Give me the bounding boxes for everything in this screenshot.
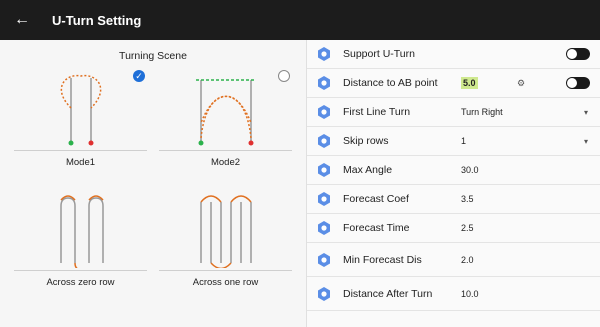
setting-label: Distance to AB point bbox=[343, 77, 438, 89]
support-uturn-toggle[interactable] bbox=[566, 48, 590, 60]
setting-label: Distance After Turn bbox=[343, 287, 433, 300]
setting-label: First Line Turn bbox=[343, 106, 411, 118]
distance-after-turn-input[interactable]: 10.0 bbox=[461, 289, 479, 299]
turning-scene-panel: Turning Scene ✓ Mode1 Mode2 Across zero … bbox=[0, 40, 307, 327]
distance-ab-toggle[interactable] bbox=[566, 77, 590, 89]
back-arrow-icon[interactable]: ← bbox=[14, 11, 40, 29]
across-zero-row-label: Across zero row bbox=[46, 277, 115, 288]
top-bar: ← U-Turn Setting bbox=[0, 0, 600, 40]
mode1-diagram bbox=[8, 66, 153, 148]
across-zero-row-diagram bbox=[8, 186, 153, 268]
setting-label: Max Angle bbox=[343, 164, 393, 176]
settings-panel: Support U-Turn Distance to AB point 5.0 … bbox=[307, 40, 600, 327]
gear-icon bbox=[318, 192, 330, 206]
across-one-row-label: Across one row bbox=[192, 277, 259, 288]
forecast-time-input[interactable]: 2.5 bbox=[461, 223, 474, 233]
gear-icon bbox=[318, 286, 330, 301]
setting-row-first-line-turn[interactable]: First Line Turn Turn Right ▾ bbox=[307, 98, 600, 127]
caret-down-icon[interactable]: ▾ bbox=[584, 137, 588, 146]
first-line-turn-select[interactable]: Turn Right bbox=[461, 107, 503, 117]
gear-icon bbox=[318, 221, 330, 235]
across-one-row-card[interactable]: Across one row bbox=[153, 186, 298, 296]
skip-rows-select[interactable]: 1 bbox=[461, 136, 466, 146]
setting-row-skip-rows[interactable]: Skip rows 1 ▾ bbox=[307, 127, 600, 156]
gear-icon bbox=[318, 134, 330, 148]
setting-row-distance-after-turn: Distance After Turn 10.0 bbox=[307, 277, 600, 311]
setting-row-distance-ab: Distance to AB point 5.0 ⚙ bbox=[307, 69, 600, 98]
setting-label: Forecast Coef bbox=[343, 193, 409, 205]
mode2-label: Mode2 bbox=[210, 157, 241, 168]
settings-gear-icon[interactable]: ⚙ bbox=[517, 78, 525, 89]
mode1-card[interactable]: ✓ Mode1 bbox=[8, 66, 153, 176]
forecast-coef-input[interactable]: 3.5 bbox=[461, 194, 474, 204]
page-title: U-Turn Setting bbox=[52, 12, 142, 28]
gear-icon bbox=[318, 47, 330, 61]
gear-icon bbox=[318, 163, 330, 177]
setting-row-forecast-time: Forecast Time 2.5 bbox=[307, 214, 600, 243]
min-forecast-dis-input[interactable]: 2.0 bbox=[461, 255, 474, 265]
setting-label: Skip rows bbox=[343, 135, 389, 147]
mode2-card[interactable]: Mode2 bbox=[153, 66, 298, 176]
mode2-radio[interactable] bbox=[278, 70, 290, 82]
across-zero-row-card[interactable]: Across zero row bbox=[8, 186, 153, 296]
setting-row-max-angle: Max Angle 30.0 bbox=[307, 156, 600, 185]
setting-row-forecast-coef: Forecast Coef 3.5 bbox=[307, 185, 600, 214]
distance-ab-input[interactable]: 5.0 bbox=[461, 77, 478, 89]
mode2-diagram bbox=[153, 66, 298, 148]
setting-label: Support U-Turn bbox=[343, 48, 415, 60]
gear-icon bbox=[318, 76, 330, 90]
gear-icon bbox=[318, 252, 330, 267]
caret-down-icon[interactable]: ▾ bbox=[584, 108, 588, 117]
gear-icon bbox=[318, 105, 330, 119]
setting-row-min-forecast-dis: Min Forecast Dis 2.0 bbox=[307, 243, 600, 277]
across-one-row-diagram bbox=[153, 186, 298, 268]
setting-label: Min Forecast Dis bbox=[343, 253, 422, 266]
max-angle-input[interactable]: 30.0 bbox=[461, 165, 479, 175]
setting-label: Forecast Time bbox=[343, 222, 410, 234]
setting-row-support-uturn: Support U-Turn bbox=[307, 40, 600, 69]
mode1-check-icon: ✓ bbox=[133, 70, 145, 82]
mode1-label: Mode1 bbox=[65, 157, 96, 168]
turning-scene-title: Turning Scene bbox=[119, 50, 187, 62]
